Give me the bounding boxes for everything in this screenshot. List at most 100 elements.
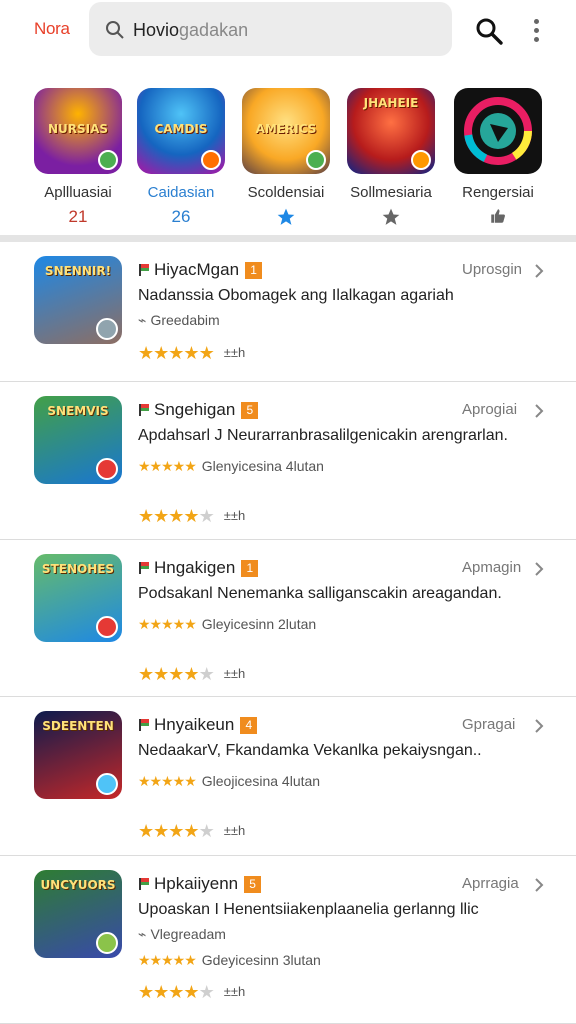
featured-label: Sollmesiaria bbox=[350, 184, 432, 201]
app-icon-text: SNEMVIS bbox=[47, 404, 109, 418]
app-icon[interactable]: STENOHES bbox=[34, 554, 122, 642]
star-filled-icon: ★ bbox=[168, 664, 184, 684]
chevron-right-icon[interactable] bbox=[534, 878, 544, 892]
star-filled-icon: ★ bbox=[183, 982, 199, 1002]
chevron-right-icon[interactable] bbox=[534, 264, 544, 278]
app-icon[interactable]: SDEENTEN bbox=[34, 711, 122, 799]
featured-tile bbox=[454, 88, 542, 174]
star-filled-icon: ★ bbox=[168, 343, 184, 363]
flag-icon bbox=[139, 404, 149, 416]
list-item[interactable]: SNENNIR! HiyacMgan 1 Uprosgin Nadanssia Ob… bbox=[0, 242, 576, 382]
star-filled-icon: ★ bbox=[153, 982, 169, 1002]
list-item[interactable]: STENOHES Hngakigen 1 Apmagin Podsakanl Nen… bbox=[0, 540, 576, 697]
rating-stars: ★★★★★ ±±h bbox=[138, 821, 245, 842]
app-title[interactable]: Sngehigan 5 bbox=[138, 400, 259, 420]
mini-rating-stars: ★★★★★ bbox=[138, 952, 197, 968]
featured-count: 26 bbox=[171, 207, 191, 226]
more-dot bbox=[534, 28, 539, 33]
featured-tile: JHAHEIE bbox=[347, 88, 435, 174]
star-filled-icon: ★ bbox=[168, 982, 184, 1002]
app-description: Apdahsarl J Neurarranbrasalilgenicakin a… bbox=[138, 427, 508, 444]
star-filled-icon: ★ bbox=[138, 821, 154, 841]
search-icon bbox=[106, 21, 124, 39]
featured-item[interactable]: AMERICS Scoldensiai bbox=[234, 88, 338, 229]
app-title[interactable]: Hngakigen 1 bbox=[138, 558, 259, 578]
featured-label: Rengersiai bbox=[462, 184, 534, 201]
rank-badge: 1 bbox=[245, 262, 263, 279]
app-meta-text: Gleojicesina 4lutan bbox=[201, 773, 321, 789]
app-title-text: HiyacMgan bbox=[154, 260, 240, 279]
app-icon-text: SNENNIR! bbox=[44, 264, 112, 278]
chevron-right-icon[interactable] bbox=[534, 562, 544, 576]
rating-count: ±±h bbox=[223, 345, 246, 360]
rating-count: ±±h bbox=[223, 508, 246, 523]
app-title[interactable]: Hnyaikeun 4 bbox=[138, 715, 258, 735]
chevron-right-icon[interactable] bbox=[534, 404, 544, 418]
featured-item[interactable]: NURSIAS Apllluasiai 21 bbox=[26, 88, 130, 229]
rating-stars: ★★★★★ ±±h bbox=[138, 982, 245, 1003]
star-filled-icon: ★ bbox=[153, 506, 169, 526]
search-button-icon[interactable] bbox=[474, 16, 504, 46]
rating-count: ±±h bbox=[223, 666, 246, 681]
status-badge-icon bbox=[96, 932, 118, 954]
featured-tile: NURSIAS bbox=[34, 88, 122, 174]
search-query-typed: Hovio bbox=[133, 20, 180, 40]
search-query[interactable]: Hoviogadakan bbox=[133, 20, 248, 41]
tag-icon: ⌁ bbox=[138, 312, 147, 328]
rank-badge: 5 bbox=[241, 402, 259, 419]
featured-tile-text: JHAHEIE bbox=[363, 96, 419, 110]
check-badge-icon bbox=[98, 150, 118, 170]
app-meta: ⌁ Vlegreadam bbox=[138, 926, 226, 943]
search-input[interactable]: Hoviogadakan bbox=[89, 2, 452, 56]
app-meta: ⌁ Greedabim bbox=[138, 312, 220, 329]
row-action-label[interactable]: Gpragai bbox=[462, 716, 515, 733]
check-badge-icon bbox=[306, 150, 326, 170]
app-icon[interactable]: UNCYUORS bbox=[34, 870, 122, 958]
mini-rating-stars: ★★★★★ bbox=[138, 458, 197, 474]
app-title-text: Hpkaiiyenn bbox=[154, 874, 239, 893]
app-meta-text: Gleyicesinn 2lutan bbox=[201, 616, 317, 632]
app-description: Upoaskan I Henentsiiakenplaanelia gerlan… bbox=[138, 901, 479, 918]
info-badge-icon bbox=[201, 150, 221, 170]
featured-item[interactable]: JHAHEIE Sollmesiaria bbox=[339, 88, 443, 229]
star-empty-icon: ★ bbox=[198, 664, 215, 684]
app-icon-text: STENOHES bbox=[41, 562, 115, 576]
featured-item[interactable]: CAMDIS Caidasian 26 bbox=[129, 88, 233, 229]
row-action-label[interactable]: Aprragia bbox=[462, 875, 519, 892]
app-meta-text: Vlegreadam bbox=[150, 926, 226, 942]
list-item[interactable]: SNEMVIS Sngehigan 5 Aprogiai Apdahsarl J N… bbox=[0, 382, 576, 540]
more-dot bbox=[534, 37, 539, 42]
app-title[interactable]: HiyacMgan 1 bbox=[138, 260, 263, 280]
list-item[interactable]: SDEENTEN Hnyaikeun 4 Gpragai NedaakarV, Fk… bbox=[0, 697, 576, 856]
rating-stars: ★★★★★ ±±h bbox=[138, 506, 245, 527]
row-action-label[interactable]: Apmagin bbox=[462, 559, 521, 576]
row-action-label[interactable]: Aprogiai bbox=[462, 401, 517, 418]
featured-count: 21 bbox=[68, 207, 88, 226]
brand-logo[interactable]: Nora bbox=[34, 19, 70, 39]
rank-badge: 1 bbox=[241, 560, 259, 577]
aperture-logo-icon bbox=[464, 97, 532, 165]
app-icon-text: UNCYUORS bbox=[40, 878, 116, 892]
app-icon[interactable]: SNEMVIS bbox=[34, 396, 122, 484]
star-empty-icon: ★ bbox=[198, 506, 215, 526]
list-item[interactable]: UNCYUORS Hpkaiiyenn 5 Aprragia Upoaskan I … bbox=[0, 856, 576, 1024]
app-icon[interactable]: SNENNIR! bbox=[34, 256, 122, 344]
star-filled-icon: ★ bbox=[183, 664, 199, 684]
tag-icon: ⌁ bbox=[138, 926, 147, 942]
star-icon bbox=[339, 207, 443, 229]
star-filled-icon: ★ bbox=[138, 664, 154, 684]
featured-item[interactable]: Rengersiai bbox=[446, 88, 550, 229]
app-meta: ★★★★★ Gleyicesinn 2lutan bbox=[138, 616, 316, 633]
chevron-right-icon[interactable] bbox=[534, 719, 544, 733]
app-title-text: Hngakigen bbox=[154, 558, 236, 577]
featured-label: Apllluasiai bbox=[44, 184, 112, 201]
app-title[interactable]: Hpkaiiyenn 5 bbox=[138, 874, 262, 894]
flag-icon bbox=[139, 878, 149, 890]
flag-icon bbox=[139, 562, 149, 574]
row-action-label[interactable]: Uprosgin bbox=[462, 261, 522, 278]
more-dot bbox=[534, 19, 539, 24]
app-description: Nadanssia Obomagek ang Ilalkagan agariah bbox=[138, 287, 454, 304]
rank-badge: 5 bbox=[244, 876, 262, 893]
more-vert-icon[interactable] bbox=[527, 16, 547, 44]
featured-tile: AMERICS bbox=[242, 88, 330, 174]
